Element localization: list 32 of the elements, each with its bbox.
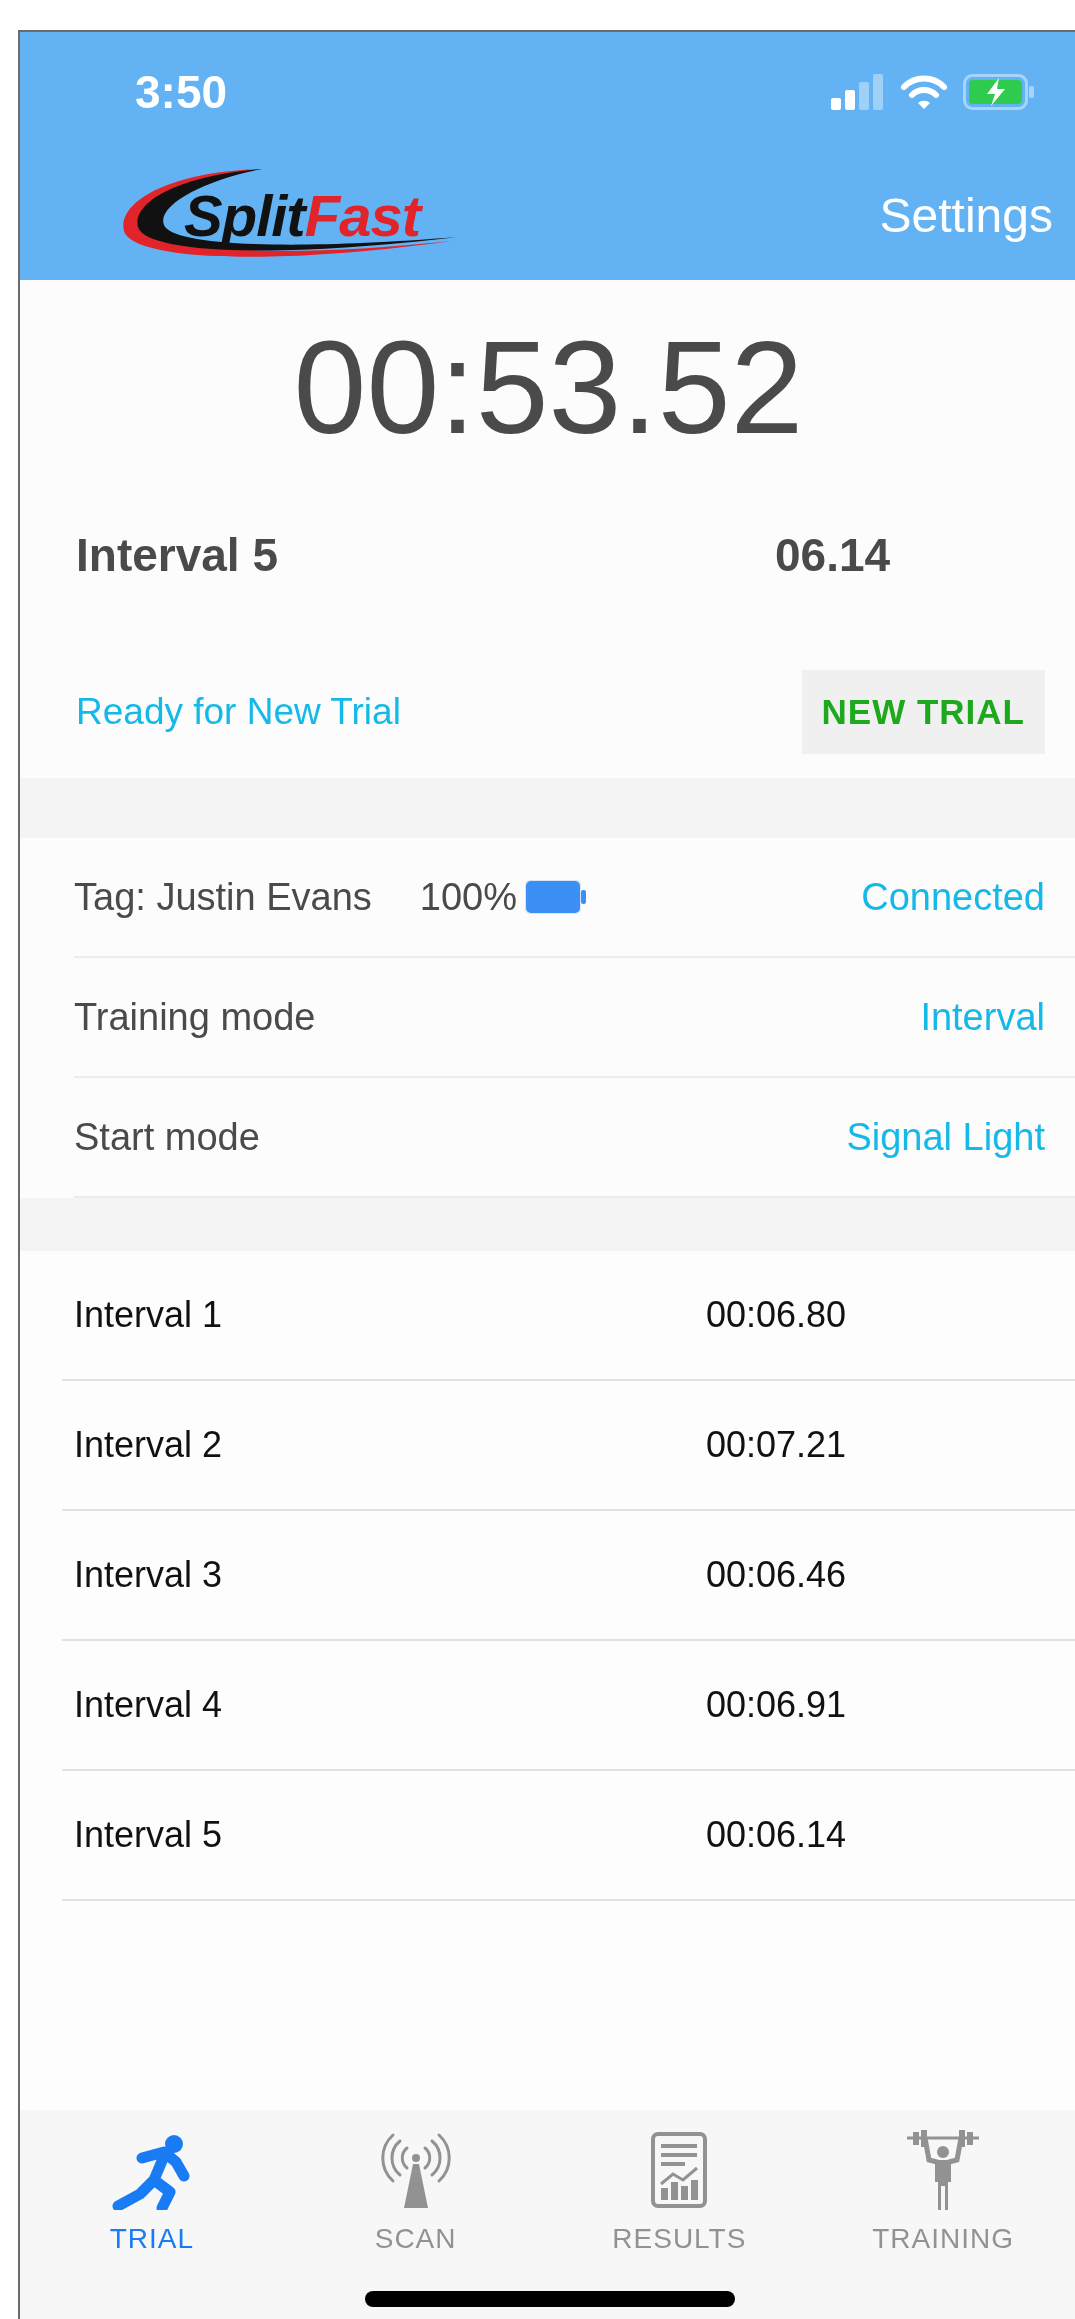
interval-name: Interval 1 (74, 1293, 224, 1337)
interval-time: 00:06.91 (706, 1683, 847, 1727)
row-label: Tag: Justin Evans (74, 874, 372, 920)
status-time: 3:50 (135, 64, 228, 120)
battery-icon (963, 74, 1035, 110)
row-value[interactable]: Connected (861, 868, 1045, 926)
tab[interactable]: SCAN (283, 2110, 548, 2319)
row-value[interactable]: Signal Light (846, 1108, 1045, 1166)
interval-time: 00:06.80 (706, 1293, 847, 1337)
interval-time: 00:06.14 (706, 1813, 847, 1857)
interval-time: 00:06.46 (706, 1553, 847, 1597)
battery-reading: 100% (419, 874, 518, 920)
battery-icon (525, 880, 588, 914)
current-split: 06.14 (775, 528, 892, 583)
current-interval: Interval 5 (76, 528, 278, 583)
interval-name: Interval 2 (74, 1423, 224, 1467)
wifi-icon (901, 75, 947, 109)
new-trial-button[interactable]: NEW TRIAL (801, 669, 1045, 754)
row-value[interactable]: Interval (920, 988, 1045, 1046)
interval-name: Interval 5 (74, 1813, 224, 1857)
tab[interactable]: RESULTS (547, 2110, 812, 2319)
elapsed-time: 00:53.52 (292, 322, 805, 453)
row-label: Start mode (74, 1114, 260, 1160)
interval-time: 00:07.21 (706, 1423, 847, 1467)
signal-icon (831, 74, 885, 110)
tab[interactable]: TRAINING (811, 2110, 1075, 2319)
tab[interactable]: TRIAL (20, 2110, 284, 2319)
trial-status: Ready for New Trial (76, 690, 401, 734)
interval-name: Interval 3 (74, 1553, 224, 1597)
interval-name: Interval 4 (74, 1683, 224, 1727)
row-label: Training mode (74, 994, 316, 1040)
settings-link[interactable]: Settings (879, 180, 1053, 252)
